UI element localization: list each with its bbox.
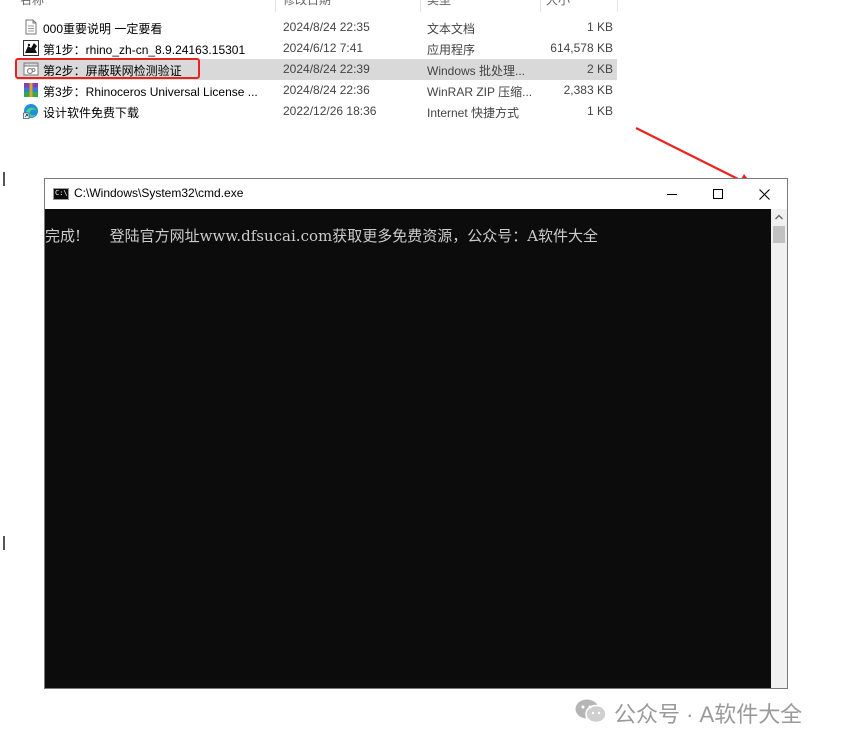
screenshot-root: 名称 修改日期 类型 大小 000重要说明 一定要看 2024/8/24 22:… bbox=[0, 0, 843, 744]
console-output-line: 完成! 登陆官方网址www.dfsucai.com获取更多免费资源，公众号：A软… bbox=[45, 227, 599, 245]
console-prompt-glyph: C:\ bbox=[55, 189, 68, 197]
watermark-text: 公众号 · A软件大全 bbox=[614, 702, 803, 727]
scroll-up-arrow-icon[interactable] bbox=[771, 209, 787, 225]
cmd-title-bar[interactable]: C:\ C:\Windows\System32\cmd.exe bbox=[45, 179, 787, 209]
console-icon: C:\ bbox=[53, 188, 69, 200]
wechat-watermark: 公众号 · A软件大全 bbox=[574, 696, 824, 727]
scrollbar-thumb[interactable] bbox=[773, 226, 785, 243]
cmd-window-title: C:\Windows\System32\cmd.exe bbox=[74, 186, 244, 200]
close-button[interactable] bbox=[741, 179, 787, 209]
maximize-icon bbox=[713, 189, 723, 199]
maximize-button[interactable] bbox=[695, 179, 741, 209]
wechat-logo-icon bbox=[575, 699, 607, 724]
close-icon bbox=[759, 189, 770, 200]
minimize-icon bbox=[667, 194, 677, 195]
minimize-button[interactable] bbox=[649, 179, 695, 209]
cmd-window[interactable]: C:\ C:\Windows\System32\cmd.exe 完成! 登陆官方… bbox=[44, 178, 788, 689]
console-output-area[interactable]: 完成! 登陆官方网址www.dfsucai.com获取更多免费资源，公众号：A软… bbox=[45, 209, 771, 688]
vertical-scrollbar[interactable] bbox=[771, 209, 787, 688]
